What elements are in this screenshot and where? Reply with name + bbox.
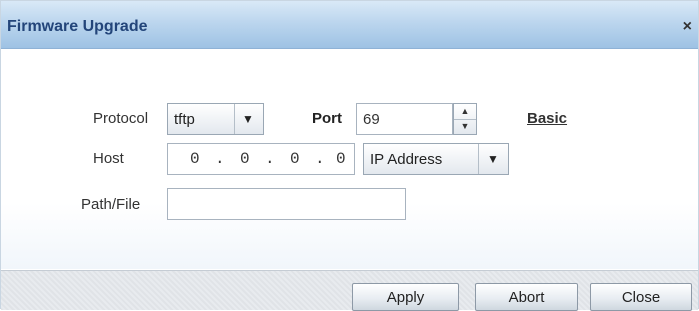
abort-button[interactable]: Abort	[475, 283, 578, 311]
path-file-input[interactable]	[167, 188, 406, 220]
firmware-upgrade-dialog: Firmware Upgrade × Protocol tftp ▼ Port …	[0, 0, 699, 311]
ip-octet-3: 0	[290, 150, 300, 168]
host-type-value: IP Address	[370, 151, 443, 168]
port-label: Port	[312, 110, 342, 127]
protocol-select-value: tftp	[174, 111, 195, 128]
apply-button[interactable]: Apply	[352, 283, 459, 311]
chevron-down-icon: ▼	[487, 152, 499, 166]
select-separator	[478, 144, 479, 174]
host-ip-input[interactable]: 0 . 0 . 0 . 0	[167, 143, 355, 175]
protocol-label: Protocol	[93, 110, 149, 127]
path-file-label: Path/File	[81, 196, 141, 213]
close-icon[interactable]: ×	[683, 18, 692, 36]
ip-dot: .	[315, 150, 325, 168]
dialog-footer: Apply Abort Close	[1, 270, 698, 311]
close-button[interactable]: Close	[590, 283, 692, 311]
spin-down-icon[interactable]: ▼	[454, 119, 476, 134]
host-label: Host	[93, 150, 124, 167]
ip-octet-2: 0	[240, 150, 250, 168]
ip-dot: .	[265, 150, 275, 168]
protocol-select[interactable]: tftp ▼	[167, 103, 264, 135]
port-input[interactable]	[356, 103, 453, 135]
dialog-titlebar: Firmware Upgrade ×	[1, 1, 698, 49]
ip-octet-1: 0	[190, 150, 200, 168]
ip-octet-4: 0	[336, 150, 346, 168]
spin-up-icon[interactable]: ▲	[454, 104, 476, 120]
dialog-title: Firmware Upgrade	[7, 18, 148, 35]
chevron-down-icon: ▼	[242, 112, 254, 126]
host-type-select[interactable]: IP Address ▼	[363, 143, 509, 175]
basic-link[interactable]: Basic	[527, 110, 567, 127]
ip-dot: .	[215, 150, 225, 168]
select-separator	[234, 104, 235, 134]
port-spinner[interactable]: ▲ ▼	[453, 103, 477, 135]
